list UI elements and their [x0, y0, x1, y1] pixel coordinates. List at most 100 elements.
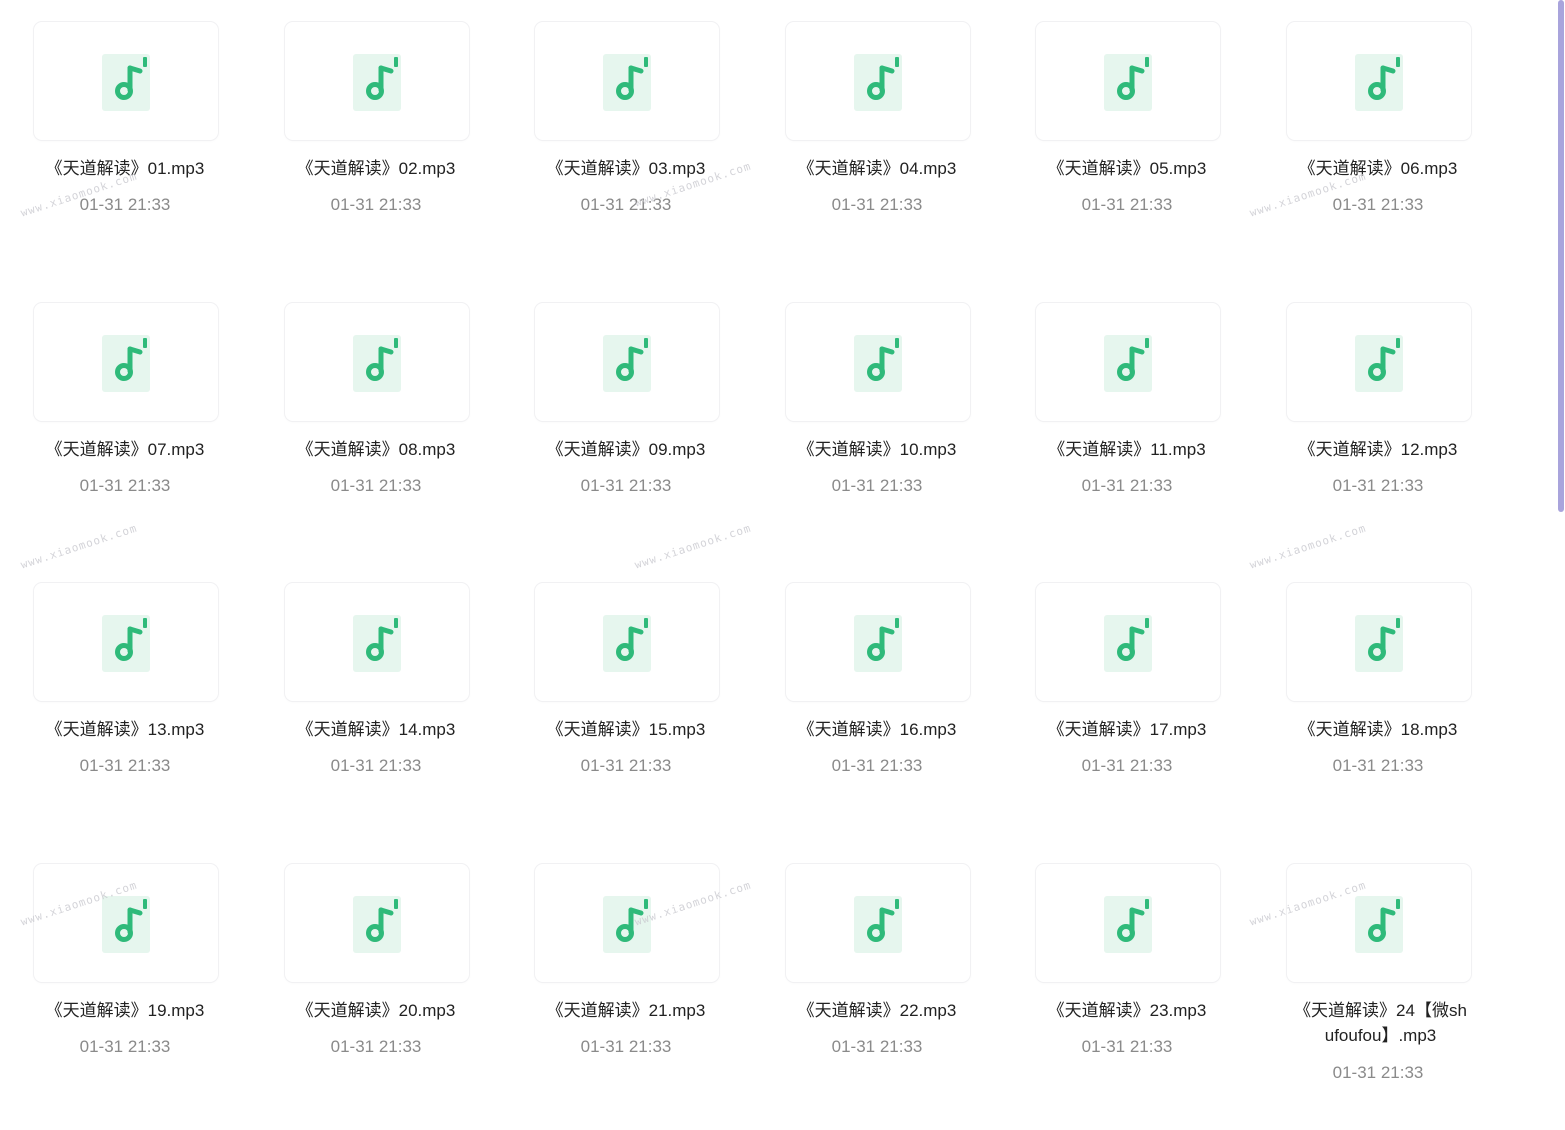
file-thumbnail[interactable]: [34, 22, 218, 140]
file-date: 01-31 21:33: [831, 756, 923, 775]
file-item[interactable]: 《天道解读》15.mp3 01-31 21:33: [501, 561, 751, 821]
file-name[interactable]: 《天道解读》15.mp3: [501, 717, 751, 742]
music-file-icon: [353, 335, 401, 392]
file-name[interactable]: 《天道解读》04.mp3: [752, 156, 1002, 181]
file-date: 01-31 21:33: [1332, 476, 1424, 495]
music-file-icon: [1104, 896, 1152, 953]
file-item[interactable]: 《天道解读》08.mp3 01-31 21:33: [251, 281, 501, 541]
file-thumbnail[interactable]: [1036, 583, 1220, 701]
file-date: 01-31 21:33: [79, 195, 171, 214]
file-name[interactable]: 《天道解读》21.mp3: [501, 998, 751, 1023]
vertical-scrollbar[interactable]: [1554, 0, 1565, 1130]
file-name[interactable]: 《天道解读》23.mp3: [1002, 998, 1252, 1023]
file-thumbnail[interactable]: [786, 22, 970, 140]
file-thumbnail[interactable]: [1287, 864, 1471, 982]
file-item[interactable]: 《天道解读》06.mp3 01-31 21:33: [1253, 0, 1503, 260]
file-item[interactable]: 《天道解读》03.mp3 01-31 21:33: [501, 0, 751, 260]
file-item[interactable]: 《天道解读》17.mp3 01-31 21:33: [1002, 561, 1252, 821]
file-thumbnail[interactable]: [786, 303, 970, 421]
file-thumbnail[interactable]: [34, 864, 218, 982]
file-thumbnail[interactable]: [786, 864, 970, 982]
music-file-icon: [102, 615, 150, 672]
file-item[interactable]: 《天道解读》18.mp3 01-31 21:33: [1253, 561, 1503, 821]
music-file-icon: [1355, 896, 1403, 953]
file-date: 01-31 21:33: [1332, 195, 1424, 214]
file-date: 01-31 21:33: [79, 756, 171, 775]
music-file-icon: [603, 54, 651, 111]
music-file-icon: [1104, 335, 1152, 392]
file-item[interactable]: 《天道解读》07.mp3 01-31 21:33: [0, 281, 250, 541]
file-name[interactable]: 《天道解读》03.mp3: [501, 156, 751, 181]
file-thumbnail[interactable]: [34, 303, 218, 421]
file-item[interactable]: 《天道解读》02.mp3 01-31 21:33: [251, 0, 501, 260]
file-name[interactable]: 《天道解读》06.mp3: [1253, 156, 1503, 181]
file-thumbnail[interactable]: [1287, 303, 1471, 421]
file-item[interactable]: 《天道解读》09.mp3 01-31 21:33: [501, 281, 751, 541]
file-thumbnail[interactable]: [535, 22, 719, 140]
file-date: 01-31 21:33: [1081, 1037, 1173, 1056]
music-file-icon: [854, 615, 902, 672]
file-name[interactable]: 《天道解读》24【微shufoufou】.mp3: [1293, 998, 1468, 1048]
music-file-icon: [1355, 54, 1403, 111]
file-date: 01-31 21:33: [1332, 1063, 1424, 1082]
file-name[interactable]: 《天道解读》08.mp3: [251, 437, 501, 462]
file-name[interactable]: 《天道解读》11.mp3: [1002, 437, 1252, 462]
file-item[interactable]: 《天道解读》22.mp3 01-31 21:33: [752, 842, 1002, 1102]
file-item[interactable]: 《天道解读》01.mp3 01-31 21:33: [0, 0, 250, 260]
file-name[interactable]: 《天道解读》18.mp3: [1253, 717, 1503, 742]
file-thumbnail[interactable]: [1036, 864, 1220, 982]
file-name[interactable]: 《天道解读》05.mp3: [1002, 156, 1252, 181]
file-thumbnail[interactable]: [285, 303, 469, 421]
file-name[interactable]: 《天道解读》13.mp3: [0, 717, 250, 742]
file-name[interactable]: 《天道解读》02.mp3: [251, 156, 501, 181]
file-thumbnail[interactable]: [1036, 303, 1220, 421]
file-thumbnail[interactable]: [786, 583, 970, 701]
file-thumbnail[interactable]: [535, 583, 719, 701]
file-name[interactable]: 《天道解读》17.mp3: [1002, 717, 1252, 742]
music-file-icon: [603, 615, 651, 672]
music-file-icon: [1104, 615, 1152, 672]
file-thumbnail[interactable]: [1287, 22, 1471, 140]
file-thumbnail[interactable]: [535, 303, 719, 421]
music-file-icon: [854, 54, 902, 111]
file-name[interactable]: 《天道解读》01.mp3: [0, 156, 250, 181]
file-name[interactable]: 《天道解读》19.mp3: [0, 998, 250, 1023]
file-item[interactable]: 《天道解读》04.mp3 01-31 21:33: [752, 0, 1002, 260]
file-item[interactable]: 《天道解读》13.mp3 01-31 21:33: [0, 561, 250, 821]
file-name[interactable]: 《天道解读》10.mp3: [752, 437, 1002, 462]
file-item[interactable]: 《天道解读》11.mp3 01-31 21:33: [1002, 281, 1252, 541]
file-item[interactable]: 《天道解读》10.mp3 01-31 21:33: [752, 281, 1002, 541]
file-item[interactable]: 《天道解读》12.mp3 01-31 21:33: [1253, 281, 1503, 541]
file-name[interactable]: 《天道解读》12.mp3: [1253, 437, 1503, 462]
file-thumbnail[interactable]: [1036, 22, 1220, 140]
file-item[interactable]: 《天道解读》05.mp3 01-31 21:33: [1002, 0, 1252, 260]
file-date: 01-31 21:33: [330, 195, 422, 214]
file-date: 01-31 21:33: [1081, 476, 1173, 495]
music-file-icon: [102, 54, 150, 111]
file-thumbnail[interactable]: [285, 583, 469, 701]
scrollbar-thumb[interactable]: [1558, 0, 1564, 512]
file-name[interactable]: 《天道解读》14.mp3: [251, 717, 501, 742]
music-file-icon: [854, 335, 902, 392]
file-date: 01-31 21:33: [580, 476, 672, 495]
file-date: 01-31 21:33: [831, 1037, 923, 1056]
music-file-icon: [854, 896, 902, 953]
file-name[interactable]: 《天道解读》07.mp3: [0, 437, 250, 462]
file-thumbnail[interactable]: [34, 583, 218, 701]
file-name[interactable]: 《天道解读》22.mp3: [752, 998, 1002, 1023]
file-name[interactable]: 《天道解读》20.mp3: [251, 998, 501, 1023]
file-name[interactable]: 《天道解读》09.mp3: [501, 437, 751, 462]
file-thumbnail[interactable]: [285, 22, 469, 140]
file-item[interactable]: 《天道解读》20.mp3 01-31 21:33: [251, 842, 501, 1102]
file-thumbnail[interactable]: [285, 864, 469, 982]
file-thumbnail[interactable]: [1287, 583, 1471, 701]
file-name[interactable]: 《天道解读》16.mp3: [752, 717, 1002, 742]
file-item[interactable]: 《天道解读》19.mp3 01-31 21:33: [0, 842, 250, 1102]
file-item[interactable]: 《天道解读》24【微shufoufou】.mp3 01-31 21:33: [1253, 842, 1503, 1130]
file-item[interactable]: 《天道解读》16.mp3 01-31 21:33: [752, 561, 1002, 821]
file-item[interactable]: 《天道解读》14.mp3 01-31 21:33: [251, 561, 501, 821]
file-thumbnail[interactable]: [535, 864, 719, 982]
music-file-icon: [102, 896, 150, 953]
file-item[interactable]: 《天道解读》21.mp3 01-31 21:33: [501, 842, 751, 1102]
file-item[interactable]: 《天道解读》23.mp3 01-31 21:33: [1002, 842, 1252, 1102]
